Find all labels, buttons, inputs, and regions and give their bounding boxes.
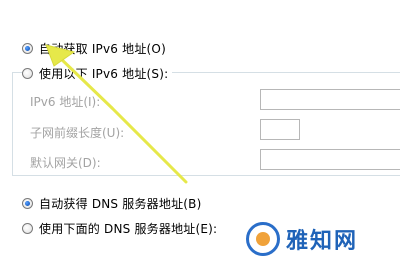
ipv6-auto-radio[interactable]: [22, 42, 33, 54]
ipv6-auto-label: 自动获取 IPv6 地址(O): [39, 41, 166, 56]
dns-manual-radio[interactable]: [22, 222, 33, 234]
subnet-prefix-label: 子网前缀长度(U):: [30, 126, 125, 140]
watermark-logo-icon: [246, 222, 280, 256]
dns-auto-radio[interactable]: [22, 197, 33, 209]
watermark-text: 雅知网: [286, 229, 359, 254]
watermark: 雅知网: [246, 222, 358, 256]
ipv6-address-input[interactable]: [260, 89, 400, 110]
ipv6-manual-radio[interactable]: [22, 67, 33, 79]
subnet-prefix-input[interactable]: [260, 119, 300, 140]
dns-manual-label: 使用下面的 DNS 服务器地址(E):: [39, 221, 218, 236]
dns-auto-radio-row[interactable]: 自动获得 DNS 服务器地址(B): [22, 195, 201, 211]
default-gateway-label: 默认网关(D):: [30, 156, 101, 170]
ipv6-manual-radio-row[interactable]: 使用以下 IPv6 地址(S):: [22, 65, 173, 81]
dns-auto-label: 自动获得 DNS 服务器地址(B): [39, 196, 202, 211]
ipv6-address-label: IPv6 地址(I):: [30, 95, 101, 109]
dns-manual-radio-row[interactable]: 使用下面的 DNS 服务器地址(E):: [22, 220, 217, 236]
ipv6-manual-label: 使用以下 IPv6 地址(S):: [39, 66, 169, 81]
default-gateway-input[interactable]: [260, 149, 400, 170]
ipv6-auto-radio-row[interactable]: 自动获取 IPv6 地址(O): [22, 40, 166, 56]
